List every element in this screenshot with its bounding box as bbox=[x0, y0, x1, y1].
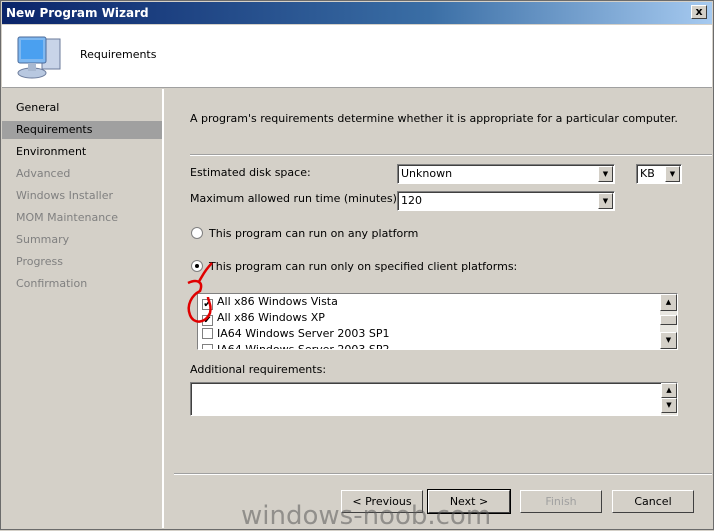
platform-item[interactable]: IA64 Windows Server 2003 SP2 bbox=[198, 342, 677, 350]
divider bbox=[190, 154, 712, 156]
nav-item-confirmation[interactable]: Confirmation bbox=[2, 275, 162, 293]
platform-label: IA64 Windows Server 2003 SP1 bbox=[217, 327, 390, 340]
scroll-down-icon[interactable]: ▼ bbox=[660, 332, 677, 349]
nav-item-summary[interactable]: Summary bbox=[2, 231, 162, 249]
computer-icon bbox=[17, 36, 61, 79]
annotation-circle-icon bbox=[187, 262, 213, 323]
checkbox[interactable] bbox=[202, 344, 213, 349]
finish-button[interactable]: Finish bbox=[520, 490, 602, 513]
platform-list[interactable]: ✔ All x86 Windows Vista ✔ All x86 Windows X… bbox=[197, 293, 678, 350]
wizard-window: New Program Wizard x Requirements Genera… bbox=[0, 0, 714, 531]
radio-any-label: This program can run on any platform bbox=[209, 227, 419, 240]
scroll-up-icon[interactable]: ▲ bbox=[660, 294, 677, 311]
wizard-header: Requirements bbox=[2, 25, 712, 88]
nav-item-mom-maintenance[interactable]: MOM Maintenance bbox=[2, 209, 162, 227]
platform-item[interactable]: ✔ All x86 Windows XP bbox=[198, 310, 677, 326]
close-button[interactable]: x bbox=[691, 5, 707, 19]
nav-item-environment[interactable]: Environment bbox=[2, 143, 162, 161]
scrollbar[interactable]: ▲ ▼ bbox=[661, 383, 677, 415]
chevron-down-icon[interactable]: ▼ bbox=[665, 166, 680, 182]
chevron-down-icon[interactable]: ▼ bbox=[598, 193, 613, 209]
platform-label: All x86 Windows Vista bbox=[217, 295, 338, 308]
additional-requirements-label: Additional requirements: bbox=[190, 363, 327, 376]
window-title: New Program Wizard bbox=[6, 6, 149, 20]
radio-any-platform[interactable] bbox=[191, 227, 203, 239]
disk-unit-combo[interactable]: KB ▼ bbox=[636, 164, 682, 184]
nav-item-advanced[interactable]: Advanced bbox=[2, 165, 162, 183]
platform-item[interactable]: ✔ All x86 Windows Vista bbox=[198, 294, 677, 310]
platform-label: All x86 Windows XP bbox=[217, 311, 325, 324]
scroll-up-icon[interactable]: ▲ bbox=[661, 383, 677, 398]
disk-space-value: Unknown bbox=[401, 167, 453, 180]
divider bbox=[174, 473, 712, 475]
platform-label: IA64 Windows Server 2003 SP2 bbox=[217, 343, 390, 350]
cancel-button[interactable]: Cancel bbox=[612, 490, 694, 513]
disk-unit-value: KB bbox=[640, 167, 655, 180]
runtime-label: Maximum allowed run time (minutes): bbox=[190, 192, 401, 205]
nav-item-windows-installer[interactable]: Windows Installer bbox=[2, 187, 162, 205]
nav-item-general[interactable]: General bbox=[2, 99, 162, 117]
main-panel: A program's requirements determine wheth… bbox=[166, 89, 712, 528]
runtime-value: 120 bbox=[401, 194, 422, 207]
scroll-down-icon[interactable]: ▼ bbox=[661, 398, 677, 413]
title-bar: New Program Wizard x bbox=[2, 2, 712, 24]
description-text: A program's requirements determine wheth… bbox=[190, 112, 678, 125]
previous-button[interactable]: < Previous bbox=[341, 490, 423, 513]
disk-space-combo[interactable]: Unknown ▼ bbox=[397, 164, 615, 184]
disk-space-label: Estimated disk space: bbox=[190, 166, 311, 179]
nav-item-requirements[interactable]: Requirements bbox=[2, 121, 162, 139]
radio-specified-label: This program can run only on specified c… bbox=[209, 260, 518, 273]
platform-item[interactable]: IA64 Windows Server 2003 SP1 bbox=[198, 326, 677, 342]
runtime-combo[interactable]: 120 ▼ bbox=[397, 191, 615, 211]
nav-item-progress[interactable]: Progress bbox=[2, 253, 162, 271]
next-button[interactable]: Next > bbox=[427, 489, 511, 514]
wizard-nav: General Requirements Environment Advanced Wi… bbox=[2, 89, 164, 528]
additional-requirements-input[interactable]: ▲ ▼ bbox=[190, 382, 678, 416]
chevron-down-icon[interactable]: ▼ bbox=[598, 166, 613, 182]
scroll-thumb[interactable] bbox=[660, 315, 677, 325]
scrollbar[interactable]: ▲ ▼ bbox=[660, 294, 677, 349]
header-title: Requirements bbox=[80, 48, 157, 61]
